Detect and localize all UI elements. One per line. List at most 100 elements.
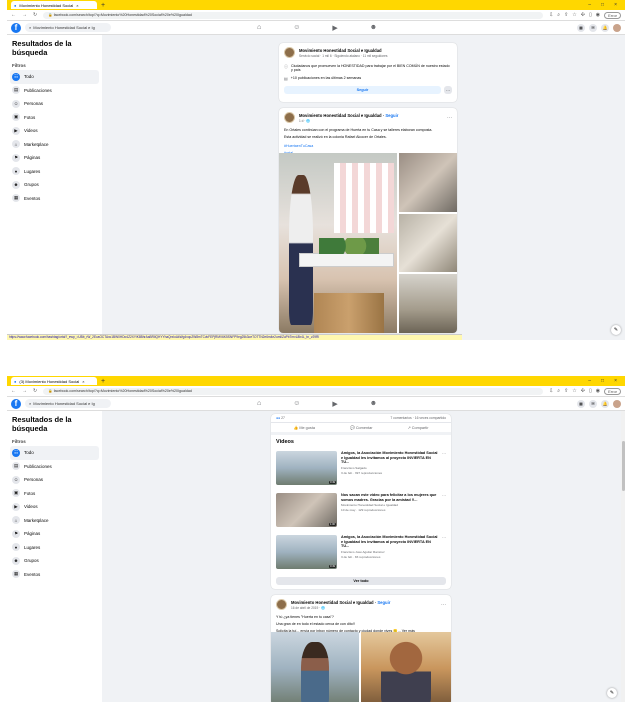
sidebar-item-marketplace[interactable]: ⌂ Marketplace — [10, 138, 99, 152]
sidepanel-icon[interactable]: ▯ — [589, 12, 592, 19]
share-button[interactable]: ↗ Compartir — [408, 425, 429, 430]
new-message-icon[interactable]: ✎ — [611, 325, 621, 335]
page-scrollbar[interactable] — [621, 411, 625, 702]
reload-icon[interactable]: ↻ — [33, 388, 37, 394]
post-author[interactable]: Movimiento Honestidad Social e Igualdad — [299, 113, 382, 118]
sidebar-item-grupos[interactable]: ☻ Grupos — [10, 178, 99, 192]
maximize-icon[interactable]: □ — [601, 2, 604, 8]
browser-tab[interactable]: ● Movimiento Honestidad Social × — [11, 1, 97, 9]
browser-tab[interactable]: ● (3) Movimiento Honestidad Social × — [11, 377, 97, 385]
post-time[interactable]: 16 de abril de 2019 · — [291, 606, 320, 610]
sidebar-item-marketplace[interactable]: ⌂ Marketplace — [10, 514, 99, 528]
sidebar-item-eventos[interactable]: ▦ Eventos — [10, 568, 99, 582]
video-item[interactable]: 1:00 Nos sacan este video para felicitar … — [271, 490, 451, 532]
video-title[interactable]: Nos sacan este video para felicitar a lo… — [341, 493, 438, 502]
see-all-button[interactable]: Ver todo — [276, 577, 446, 585]
video-thumbnail[interactable]: 1:00 — [276, 493, 337, 527]
video-title[interactable]: Amigos, la Asociación Movimiento Honesti… — [341, 451, 438, 465]
share-icon[interactable]: ⇪ — [564, 12, 568, 19]
video-channel[interactable]: Francisco Salgado — [341, 466, 438, 470]
video-channel[interactable]: Movimiento Honestidad Social e Igualdad — [341, 503, 438, 507]
profile-icon[interactable]: ◉ — [596, 388, 600, 395]
facebook-search-input[interactable]: ⌕ Movimiento Honestidad Social e Ig — [25, 23, 111, 32]
close-window-icon[interactable]: × — [614, 2, 617, 8]
groups-nav-icon[interactable]: ☻ — [370, 24, 377, 32]
sidebar-item-todo[interactable]: ☷ Todo — [10, 70, 99, 84]
close-window-icon[interactable]: × — [614, 378, 617, 384]
follow-button[interactable]: Seguir — [284, 86, 441, 94]
friends-icon[interactable]: ☺ — [293, 400, 300, 408]
sidebar-item-grupos[interactable]: ☻ Grupos — [10, 554, 99, 568]
post-author-avatar[interactable] — [276, 599, 287, 610]
sidebar-item-publicaciones[interactable]: ▤ Publicaciones — [10, 84, 99, 98]
sidebar-item-fotos[interactable]: ▣ Fotos — [10, 111, 99, 125]
sidebar-item-videos[interactable]: ▶ Videos — [10, 500, 99, 514]
video-item[interactable]: 0:49 Amigos, la Asociación Movimiento Hon… — [271, 448, 451, 490]
video-title[interactable]: Amigos, la Asociación Movimiento Honesti… — [341, 535, 438, 549]
comment-button[interactable]: 💬 Comentar — [350, 425, 372, 430]
video-item[interactable]: 0:49 Amigos, la Asociación Movimiento Hon… — [271, 532, 451, 574]
new-tab-icon[interactable]: + — [101, 2, 105, 9]
video-menu-icon[interactable]: ··· — [442, 451, 446, 487]
sidebar-item-todo[interactable]: ☷ Todo — [10, 446, 99, 460]
facebook-search-input[interactable]: ⌕ Movimiento Honestidad Social e Ig — [25, 399, 111, 408]
sidebar-item-publicaciones[interactable]: ▤ Publicaciones — [10, 460, 99, 474]
sidebar-item-paginas[interactable]: ⚑ Páginas — [10, 151, 99, 165]
groups-nav-icon[interactable]: ☻ — [370, 400, 377, 408]
zoom-icon[interactable]: ⌕ — [557, 388, 560, 395]
video-menu-icon[interactable]: ··· — [442, 493, 446, 529]
post-menu-icon[interactable]: ··· — [441, 602, 446, 608]
video-thumbnail[interactable]: 0:49 — [276, 451, 337, 485]
notifications-icon[interactable]: 🔔 — [601, 23, 609, 32]
star-icon[interactable]: ☆ — [572, 12, 576, 19]
post-photo-main[interactable] — [279, 153, 397, 333]
account-avatar[interactable] — [613, 399, 621, 408]
menu-grid-icon[interactable]: ▦ — [577, 399, 585, 408]
profile-icon[interactable]: ◉ — [596, 12, 600, 19]
error-button[interactable]: Error — [604, 387, 621, 395]
forward-icon[interactable]: → — [22, 388, 27, 394]
new-message-icon[interactable]: ✎ — [607, 688, 617, 698]
sidebar-item-eventos[interactable]: ▦ Eventos — [10, 192, 99, 206]
facebook-logo-icon[interactable]: f — [11, 22, 21, 33]
notifications-icon[interactable]: 🔔 — [601, 399, 609, 408]
minimize-icon[interactable]: – — [588, 2, 591, 8]
home-icon[interactable]: ⌂ — [257, 24, 261, 32]
puzzle-icon[interactable]: ✣ — [581, 12, 585, 19]
back-icon[interactable]: ← — [11, 12, 16, 18]
post-photo-3[interactable] — [399, 214, 457, 272]
post-photo-right[interactable] — [361, 632, 451, 702]
error-button[interactable]: Error — [604, 11, 621, 19]
url-field[interactable]: 🔒 facebook.com/search/top/?q=Movimiento%… — [43, 387, 544, 395]
video-channel[interactable]: Francisco José Aguilar Ramírez — [341, 550, 438, 554]
messenger-icon[interactable]: ✉ — [589, 399, 597, 408]
sidebar-item-personas[interactable]: ☺ Personas — [10, 97, 99, 111]
hashtag-link[interactable]: #HuertaenTuCasa — [279, 143, 457, 150]
account-avatar[interactable] — [613, 23, 621, 32]
post-author[interactable]: Movimiento Honestidad Social e Igualdad — [291, 600, 374, 605]
download-icon[interactable]: ⇩ — [549, 388, 553, 395]
like-button[interactable]: 👍 Me gusta — [294, 425, 315, 430]
follow-link[interactable]: Seguir — [385, 113, 398, 118]
watch-icon[interactable]: ▶ — [332, 24, 337, 32]
sidebar-item-lugares[interactable]: ● Lugares — [10, 165, 99, 179]
reload-icon[interactable]: ↻ — [33, 12, 37, 18]
page-avatar[interactable] — [284, 47, 295, 58]
facebook-logo-icon[interactable]: f — [11, 398, 21, 409]
reactions-icon[interactable]: ●● — [276, 416, 280, 420]
video-thumbnail[interactable]: 0:49 — [276, 535, 337, 569]
comments-shares[interactable]: 7 comentarios · 16 veces compartido — [390, 416, 446, 420]
sidebar-item-personas[interactable]: ☺ Personas — [10, 473, 99, 487]
download-icon[interactable]: ⇩ — [549, 12, 553, 19]
close-icon[interactable]: × — [82, 379, 84, 384]
url-field[interactable]: 🔒 facebook.com/search/top/?q=Movimiento%… — [43, 11, 544, 19]
sidebar-item-lugares[interactable]: ● Lugares — [10, 541, 99, 555]
reaction-count[interactable]: 27 — [281, 416, 285, 420]
close-icon[interactable]: × — [76, 3, 78, 8]
post-photo-2[interactable] — [399, 153, 457, 212]
page-name[interactable]: Movimiento Honestidad Social e Igualdad — [299, 48, 388, 53]
post-menu-icon[interactable]: ··· — [447, 115, 452, 121]
friends-icon[interactable]: ☺ — [293, 24, 300, 32]
forward-icon[interactable]: → — [22, 12, 27, 18]
zoom-icon[interactable]: ⌕ — [557, 12, 560, 19]
